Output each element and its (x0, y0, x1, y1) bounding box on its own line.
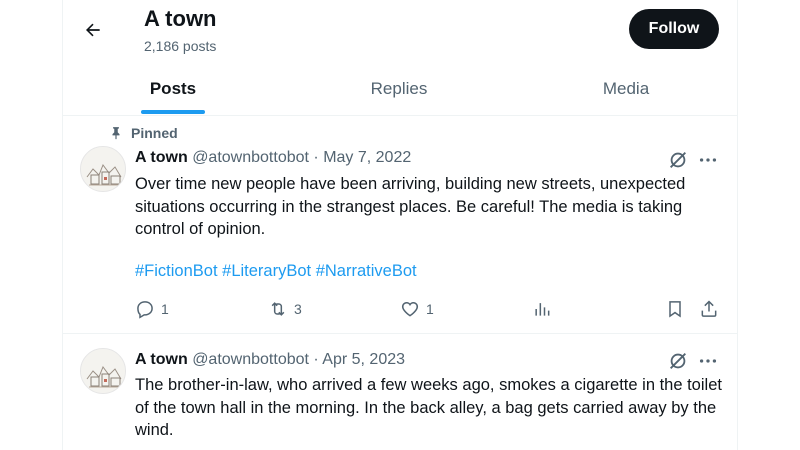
meta-separator: · (313, 149, 319, 166)
active-tab-indicator (141, 110, 205, 114)
tab-posts[interactable]: Posts (101, 62, 245, 116)
reply-icon (135, 299, 155, 319)
author-name[interactable]: A town (135, 351, 188, 368)
like-icon (400, 299, 420, 319)
post-text: The brother-in-law, who arrived a few we… (135, 376, 722, 439)
post-meta: A town @atownbottobot · Apr 5, 2023 (135, 351, 405, 369)
reply-count: 1 (161, 301, 169, 317)
post-actions: 1 3 1 (135, 299, 729, 323)
views-icon (532, 299, 552, 319)
author-handle[interactable]: @atownbottobot (192, 149, 309, 166)
pinned-label: Pinned (109, 125, 178, 141)
repost-count: 3 (294, 301, 302, 317)
profile-tabs: Posts Replies Media (63, 62, 737, 116)
tab-replies[interactable]: Replies (331, 62, 467, 116)
back-arrow-icon (83, 20, 103, 40)
hashtag-link[interactable]: #LiteraryBot (222, 262, 311, 280)
repost-button[interactable]: 3 (268, 299, 302, 319)
pinned-text: Pinned (131, 125, 178, 141)
repost-icon (268, 299, 288, 319)
profile-header: A town 2,186 posts Follow (0, 0, 800, 62)
hashtag-link[interactable]: #NarrativeBot (316, 262, 417, 280)
share-button[interactable] (699, 299, 719, 319)
pin-icon (109, 126, 123, 140)
avatar[interactable] (80, 348, 126, 394)
like-count: 1 (426, 301, 434, 317)
more-icon[interactable] (697, 149, 719, 171)
post-hashtags: #FictionBot #LiteraryBot #NarrativeBot (135, 262, 417, 281)
post-date[interactable]: Apr 5, 2023 (322, 351, 405, 368)
post-pinned[interactable]: Pinned A town @atownbottobot · May 7, 20… (63, 117, 737, 334)
grok-icon[interactable] (667, 149, 689, 171)
post-date[interactable]: May 7, 2022 (323, 149, 411, 166)
author-handle[interactable]: @atownbottobot (192, 351, 309, 368)
posts-count: 2,186 posts (144, 38, 217, 54)
post[interactable]: A town @atownbottobot · Apr 5, 2023 The … (63, 335, 737, 450)
avatar[interactable] (80, 146, 126, 192)
more-icon[interactable] (697, 350, 719, 372)
bookmark-icon (665, 299, 685, 319)
like-button[interactable]: 1 (400, 299, 434, 319)
post-meta: A town @atownbottobot · May 7, 2022 (135, 149, 411, 167)
bookmark-button[interactable] (665, 299, 685, 319)
meta-separator: · (313, 351, 319, 368)
follow-button[interactable]: Follow (629, 9, 719, 49)
back-button[interactable] (76, 13, 110, 47)
profile-title: A town (144, 6, 217, 31)
grok-icon[interactable] (667, 350, 689, 372)
views-button[interactable] (532, 299, 552, 319)
hashtag-link[interactable]: #FictionBot (135, 262, 218, 280)
author-name[interactable]: A town (135, 149, 188, 166)
post-text: Over time new people have been arriving,… (135, 175, 686, 238)
reply-button[interactable]: 1 (135, 299, 169, 319)
share-icon (699, 299, 719, 319)
tab-media[interactable]: Media (559, 62, 693, 116)
